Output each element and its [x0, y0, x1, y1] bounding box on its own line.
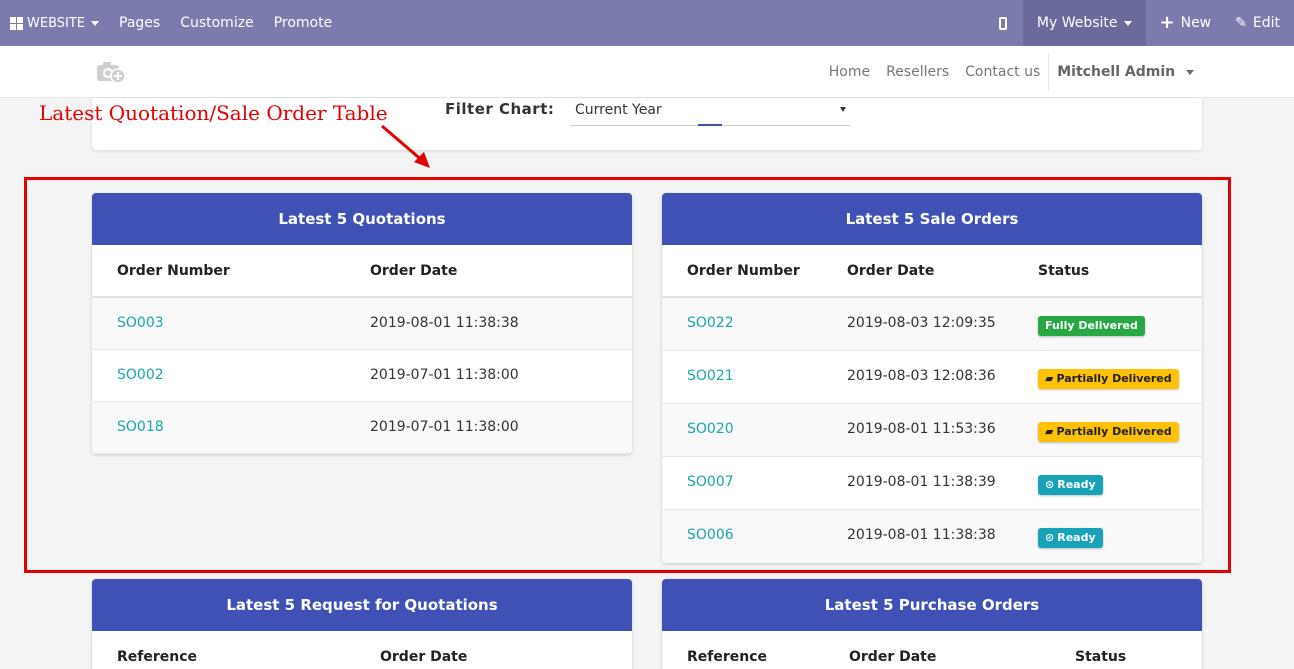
- rfq-card: Latest 5 Request for Quotations Referenc…: [92, 579, 632, 669]
- sale-orders-card-title: Latest 5 Sale Orders: [662, 193, 1202, 245]
- website-menu[interactable]: WEBSITE: [0, 0, 109, 46]
- status-badge: ⊙ Ready: [1038, 528, 1103, 548]
- caret-down-icon: [1123, 20, 1132, 26]
- status-label: Partially Delivered: [1056, 425, 1172, 438]
- order-link[interactable]: SO022: [687, 315, 734, 331]
- my-website-label: My Website: [1036, 15, 1118, 31]
- table-row: SO007 2019-08-01 11:38:39 ⊙ Ready: [662, 457, 1202, 510]
- status-badge: ▰ Partially Delivered: [1038, 369, 1179, 389]
- quotations-table-header: Order Number Order Date: [92, 245, 632, 298]
- edit-label: Edit: [1252, 15, 1280, 31]
- status-label: Ready: [1057, 531, 1096, 544]
- table-row: SO002 2019-07-01 11:38:00: [92, 350, 632, 402]
- order-date: 2019-08-03 12:09:35: [847, 315, 996, 331]
- rfq-table-header: Reference Order Date: [92, 631, 632, 669]
- order-date: 2019-08-01 11:38:38: [370, 315, 519, 331]
- order-link[interactable]: SO003: [117, 315, 164, 331]
- table-row: SO021 2019-08-03 12:08:36 ▰ Partially Del…: [662, 351, 1202, 404]
- order-link[interactable]: SO020: [687, 421, 734, 437]
- admin-topbar: WEBSITE Pages Customize Promote My Websi…: [0, 0, 1294, 46]
- order-date: 2019-07-01 11:38:00: [370, 419, 519, 435]
- mobile-preview-button[interactable]: [983, 0, 1023, 46]
- nav-contact-us[interactable]: Contact us: [957, 64, 1048, 80]
- order-date: 2019-08-03 12:08:36: [847, 368, 996, 384]
- column-header: Status: [1075, 649, 1127, 665]
- focus-underline: [698, 124, 722, 126]
- annotation-text: Latest Quotation/Sale Order Table: [39, 101, 388, 125]
- column-header: Order Number: [687, 263, 800, 279]
- column-header: Reference: [117, 649, 198, 665]
- column-header: Order Date: [847, 263, 935, 279]
- apps-grid-icon: [10, 16, 23, 30]
- order-link[interactable]: SO018: [117, 419, 164, 435]
- column-header: Order Date: [380, 649, 468, 665]
- select-arrow-icon: [840, 107, 846, 112]
- column-header: Order Number: [117, 263, 230, 279]
- status-label: Ready: [1057, 478, 1096, 491]
- quotations-card-title: Latest 5 Quotations: [92, 193, 632, 245]
- pencil-icon: ✎: [1235, 15, 1247, 31]
- sale-orders-table-header: Order Number Order Date Status: [662, 245, 1202, 298]
- quotations-card: Latest 5 Quotations Order Number Order D…: [92, 193, 632, 454]
- purchase-orders-card: Latest 5 Purchase Orders Reference Order…: [662, 579, 1202, 669]
- pages-menu[interactable]: Pages: [109, 0, 170, 46]
- camera-add-icon[interactable]: [96, 60, 126, 84]
- user-menu[interactable]: Mitchell Admin: [1049, 64, 1194, 80]
- order-date: 2019-08-01 11:38:38: [847, 527, 996, 543]
- promote-menu[interactable]: Promote: [264, 0, 343, 46]
- filter-label: Filter Chart:: [445, 100, 555, 118]
- order-link[interactable]: SO007: [687, 474, 734, 490]
- order-link[interactable]: SO002: [117, 367, 164, 383]
- nav-home[interactable]: Home: [821, 64, 878, 80]
- plus-icon: +: [1159, 12, 1175, 33]
- truck-icon: ▰: [1045, 425, 1054, 438]
- order-link[interactable]: SO006: [687, 527, 734, 543]
- order-link[interactable]: SO021: [687, 368, 734, 384]
- mobile-icon: [998, 16, 1007, 30]
- status-label: Fully Delivered: [1045, 319, 1138, 332]
- table-row: SO020 2019-08-01 11:53:36 ▰ Partially Del…: [662, 404, 1202, 457]
- status-label: Partially Delivered: [1056, 372, 1172, 385]
- status-badge: ⊙ Ready: [1038, 475, 1103, 495]
- table-row: SO022 2019-08-03 12:09:35 ✔ Fully Deliver…: [662, 298, 1202, 351]
- new-button[interactable]: + New: [1146, 0, 1226, 46]
- column-header: Order Date: [849, 649, 937, 665]
- order-date: 2019-07-01 11:38:00: [370, 367, 519, 383]
- column-header: Order Date: [370, 263, 458, 279]
- nav-resellers[interactable]: Resellers: [878, 64, 957, 80]
- table-row: SO018 2019-07-01 11:38:00: [92, 402, 632, 454]
- truck-icon: ▰: [1045, 372, 1054, 385]
- user-name: Mitchell Admin: [1057, 64, 1176, 80]
- purchase-orders-table-header: Reference Order Date Status: [662, 631, 1202, 669]
- caret-down-icon: [91, 20, 99, 26]
- clock-icon: ⊙: [1045, 478, 1055, 491]
- edit-button[interactable]: ✎ Edit: [1225, 0, 1294, 46]
- table-row: SO003 2019-08-01 11:38:38: [92, 298, 632, 350]
- filter-select-value: Current Year: [575, 102, 662, 118]
- column-header: Status: [1038, 263, 1090, 279]
- filter-select[interactable]: Current Year: [570, 100, 850, 126]
- order-date: 2019-08-01 11:38:39: [847, 474, 996, 490]
- purchase-orders-card-title: Latest 5 Purchase Orders: [662, 579, 1202, 631]
- column-header: Reference: [687, 649, 768, 665]
- annotation-arrow-icon: [381, 124, 430, 168]
- table-row: SO006 2019-08-01 11:38:38 ⊙ Ready: [662, 510, 1202, 563]
- clock-icon: ⊙: [1045, 531, 1055, 544]
- check-icon: ✔: [1045, 336, 1055, 349]
- status-badge: ▰ Partially Delivered: [1038, 422, 1179, 442]
- order-date: 2019-08-01 11:53:36: [847, 421, 996, 437]
- website-menu-label: WEBSITE: [27, 15, 85, 31]
- my-website-menu[interactable]: My Website: [1022, 0, 1146, 46]
- rfq-card-title: Latest 5 Request for Quotations: [92, 579, 632, 631]
- sale-orders-card: Latest 5 Sale Orders Order Number Order …: [662, 193, 1202, 563]
- caret-down-icon: [1186, 69, 1194, 75]
- website-navbar: Home Resellers Contact us Mitchell Admin: [0, 46, 1294, 98]
- status-badge: ✔ Fully Delivered: [1038, 316, 1145, 349]
- new-label: New: [1180, 15, 1212, 31]
- customize-menu[interactable]: Customize: [170, 0, 264, 46]
